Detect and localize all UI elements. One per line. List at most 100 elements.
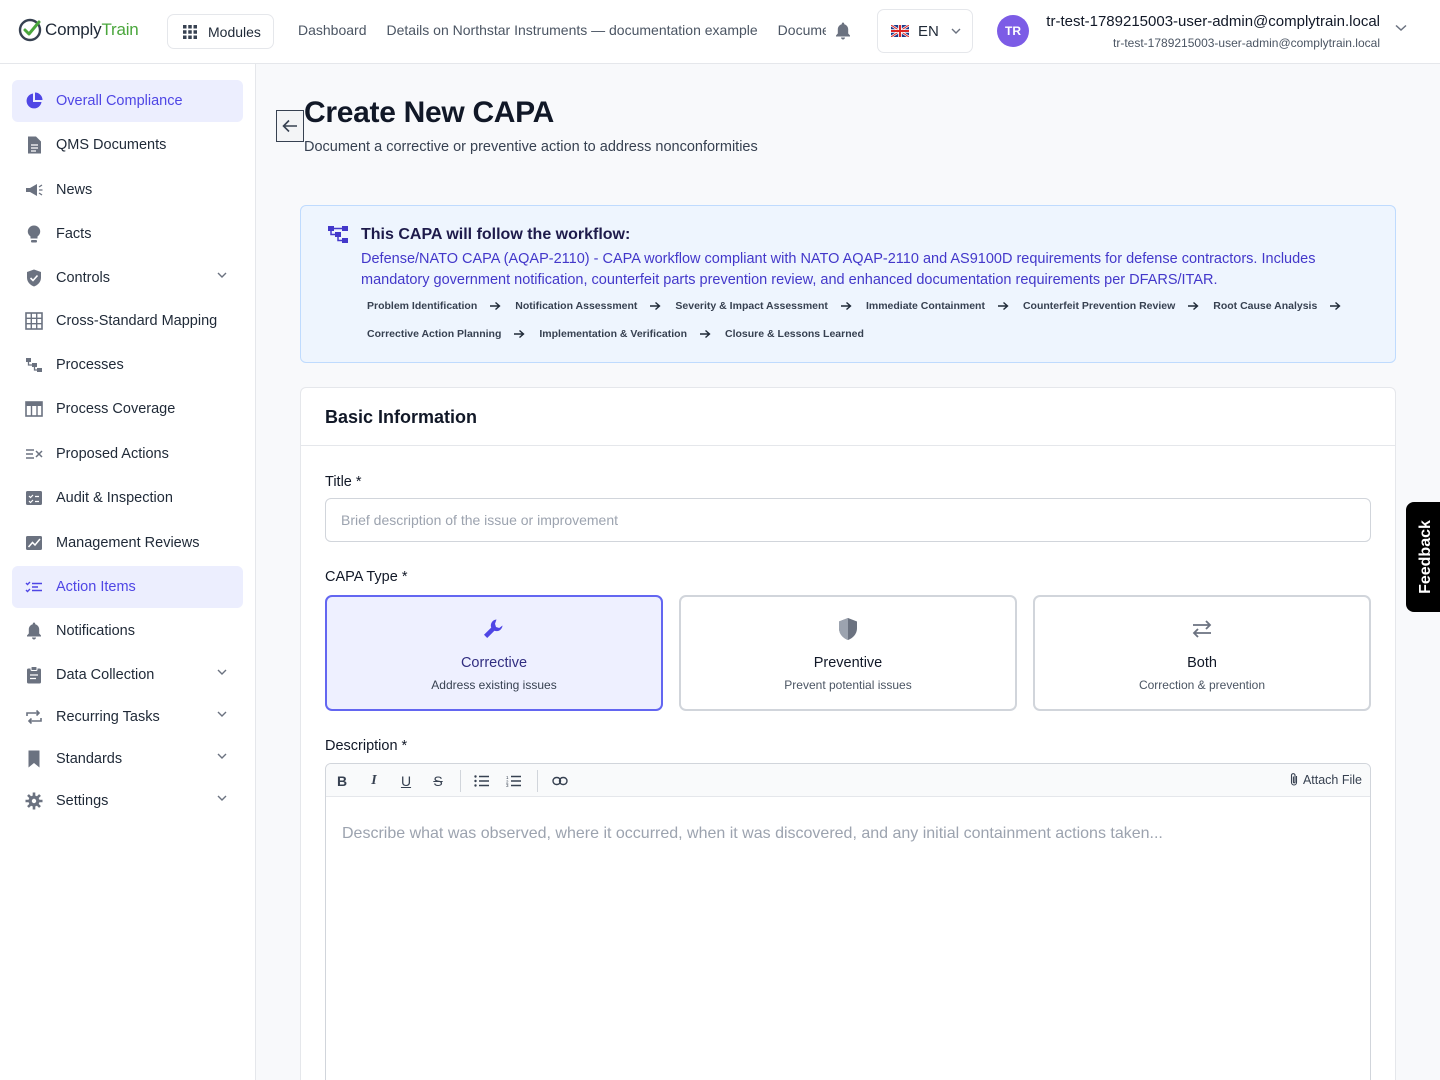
logo[interactable]: Comply Train	[18, 17, 139, 43]
logo-text-comply: Comply	[45, 20, 102, 39]
chevron-down-icon	[217, 669, 227, 675]
list-x-icon	[24, 444, 44, 464]
sidebar-item-overall-compliance[interactable]: Overall Compliance	[12, 80, 243, 122]
shield-icon	[839, 618, 857, 640]
sidebar-item-settings[interactable]: Settings	[12, 780, 243, 822]
workflow-step-label: Root Cause Analysis	[1207, 300, 1324, 312]
capa-type-name: Preventive	[813, 655, 883, 671]
language-selector[interactable]: EN	[877, 9, 973, 53]
sidebar-item-label: News	[56, 182, 93, 198]
capa-type-preventive[interactable]: Preventive Prevent potential issues	[679, 595, 1017, 711]
attach-file-button[interactable]: Attach File	[1289, 772, 1362, 787]
logo-text-train: Train	[101, 20, 139, 39]
link-icon[interactable]	[551, 772, 569, 790]
lightbulb-icon	[24, 224, 44, 244]
numbered-list-icon[interactable]: 123	[505, 772, 523, 790]
description-editor[interactable]: B I U S 123 Attach File Describe what wa…	[325, 763, 1371, 1080]
breadcrumb-nav: Dashboard Details on Northstar Instrumen…	[298, 22, 826, 38]
toolbar-divider	[537, 770, 538, 792]
sidebar-item-cross-standard-mapping[interactable]: Cross-Standard Mapping	[12, 300, 243, 342]
nav-link-details[interactable]: Details on Northstar Instruments — docum…	[387, 22, 758, 38]
bell-icon	[24, 621, 44, 641]
sidebar-item-label: Settings	[56, 793, 109, 809]
sidebar: Overall Compliance QMS Documents News Fa…	[0, 64, 256, 1080]
workflow-step-label: Counterfeit Prevention Review	[1016, 300, 1182, 312]
modules-button[interactable]: Modules	[167, 14, 274, 49]
capa-type-corrective[interactable]: Corrective Address existing issues	[325, 595, 663, 711]
sidebar-item-audit-inspection[interactable]: Audit & Inspection	[12, 477, 243, 519]
sidebar-item-facts[interactable]: Facts	[12, 213, 243, 255]
swap-arrows-icon	[1192, 620, 1212, 638]
back-button[interactable]	[276, 110, 304, 142]
nav-link-documents[interactable]: Documents	[778, 22, 826, 38]
sidebar-item-data-collection[interactable]: Data Collection	[12, 654, 243, 696]
sidebar-item-standards[interactable]: Standards	[12, 738, 243, 780]
italic-icon[interactable]: I	[365, 772, 383, 790]
title-input[interactable]	[325, 498, 1371, 542]
arrow-right-icon	[650, 301, 661, 311]
sidebar-item-controls[interactable]: Controls	[12, 257, 243, 299]
arrow-right-icon	[490, 301, 501, 311]
arrow-right-icon	[514, 329, 525, 339]
workflow-step: Immediate Containment	[859, 298, 1017, 314]
sidebar-item-label: Data Collection	[56, 667, 155, 683]
page-title: Create New CAPA	[304, 96, 555, 129]
avatar[interactable]: TR	[997, 15, 1029, 47]
sidebar-item-action-items[interactable]: Action Items	[12, 566, 243, 608]
pie-chart-icon	[24, 91, 44, 111]
logo-check-icon	[18, 18, 42, 42]
sidebar-item-recurring-tasks[interactable]: Recurring Tasks	[12, 696, 243, 738]
user-email: tr-test-1789215003-user-admin@complytrai…	[1113, 36, 1380, 50]
description-label: Description *	[325, 738, 408, 754]
sidebar-item-news[interactable]: News	[12, 169, 243, 211]
user-name[interactable]: tr-test-1789215003-user-admin@complytrai…	[1046, 13, 1380, 30]
workflow-step: Corrective Action Planning	[361, 326, 533, 342]
sidebar-item-label: Audit & Inspection	[56, 490, 173, 506]
description-placeholder: Describe what was observed, where it occ…	[342, 825, 1163, 842]
gear-icon	[24, 791, 44, 811]
sidebar-item-management-reviews[interactable]: Management Reviews	[12, 522, 243, 564]
sidebar-item-proposed-actions[interactable]: Proposed Actions	[12, 433, 243, 475]
strikethrough-icon[interactable]: S	[429, 772, 447, 790]
workflow-step-label: Immediate Containment	[859, 300, 991, 312]
underline-icon[interactable]: U	[397, 772, 415, 790]
sidebar-item-label: Overall Compliance	[56, 93, 183, 109]
sidebar-item-label: Process Coverage	[56, 401, 176, 417]
paperclip-icon	[1290, 773, 1297, 786]
capa-type-description: Prevent potential issues	[784, 678, 912, 692]
workflow-step: Closure & Lessons Learned	[719, 326, 870, 342]
arrow-right-icon	[1188, 301, 1199, 311]
top-bar: Comply Train Modules Dashboard Details on…	[0, 0, 1440, 64]
workflow-step-label: Implementation & Verification	[533, 328, 694, 340]
capa-type-description: Address existing issues	[431, 678, 557, 692]
capa-type-label: CAPA Type *	[325, 569, 408, 585]
workflow-step-label: Problem Identification	[361, 300, 484, 312]
notifications-bell-icon[interactable]	[835, 22, 851, 40]
grid-icon	[24, 311, 44, 331]
sidebar-item-processes[interactable]: Processes	[12, 344, 243, 386]
workflow-step: Implementation & Verification	[533, 326, 719, 342]
workflow-steps: Problem Identification Notification Asse…	[361, 298, 1381, 342]
workflow-banner: This CAPA will follow the workflow: Defe…	[300, 205, 1396, 363]
sidebar-item-qms-documents[interactable]: QMS Documents	[12, 124, 243, 166]
workflow-title: This CAPA will follow the workflow:	[361, 226, 631, 243]
nav-link-dashboard[interactable]: Dashboard	[298, 22, 367, 38]
workflow-step-label: Severity & Impact Assessment	[669, 300, 834, 312]
workflow-step-label: Notification Assessment	[509, 300, 644, 312]
feedback-label: Feedback	[1417, 520, 1434, 594]
document-icon	[24, 135, 44, 155]
capa-type-both[interactable]: Both Correction & prevention	[1033, 595, 1371, 711]
section-title: Basic Information	[325, 407, 478, 427]
sidebar-item-label: Action Items	[56, 579, 136, 595]
user-menu-chevron-icon[interactable]	[1395, 24, 1407, 32]
sidebar-item-process-coverage[interactable]: Process Coverage	[12, 388, 243, 430]
checklist-icon	[24, 488, 44, 508]
bullet-list-icon[interactable]	[473, 772, 491, 790]
sidebar-item-notifications[interactable]: Notifications	[12, 610, 243, 652]
svg-text:3: 3	[506, 783, 509, 787]
table-icon	[24, 399, 44, 419]
feedback-tab[interactable]: Feedback	[1406, 502, 1440, 612]
bold-icon[interactable]: B	[333, 772, 351, 790]
attach-file-label: Attach File	[1302, 772, 1362, 787]
list-check-icon	[24, 577, 44, 597]
